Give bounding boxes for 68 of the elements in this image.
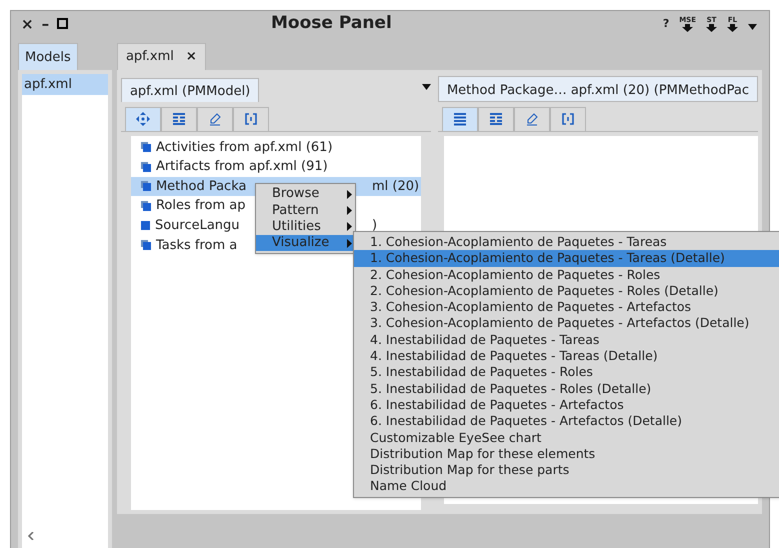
menu-item[interactable]: Customizable EyeSee chart (354, 430, 779, 446)
folder-icon (140, 201, 151, 212)
folder-icon (140, 240, 151, 250)
tree-item[interactable]: Roles from ap (156, 196, 246, 216)
menu-item[interactable]: Distribution Map for these parts (354, 462, 779, 478)
tree-item[interactable]: Artifacts from apf.xml (91) (156, 157, 328, 177)
menu-item[interactable]: 3. Cohesion-Acoplamiento de Paquetes - Artefactos (354, 299, 779, 316)
scroll-left-icon[interactable] (28, 532, 34, 540)
tree-item[interactable]: Tasks from a (156, 236, 238, 256)
minimize-button[interactable]: – (42, 12, 50, 35)
list-icon (454, 112, 466, 126)
table-icon (490, 113, 502, 125)
pen-icon (526, 112, 538, 126)
models-tab[interactable]: Models (18, 42, 78, 70)
tab-close-button[interactable]: × (186, 46, 197, 66)
menu-item[interactable]: 2. Cohesion-Acoplamiento de Paquetes - Roles (Detalle) (354, 282, 779, 300)
pen-icon (208, 112, 221, 126)
view-tab[interactable] (196, 106, 233, 130)
view-tab[interactable] (478, 106, 514, 130)
menu-item[interactable]: Pattern (256, 202, 355, 219)
brackets-icon (244, 113, 257, 125)
maximize-button[interactable] (57, 18, 68, 30)
close-button[interactable]: × (21, 12, 34, 35)
menu-item[interactable]: Visualize (256, 234, 355, 252)
menu-item[interactable]: 4. Inestabilidad de Paquetes - Tareas (354, 332, 779, 348)
pane-tab[interactable]: apf.xml (PMModel) (120, 78, 260, 102)
menu-item[interactable]: 3. Cohesion-Acoplamiento de Paquetes - Artefactos (Detalle) (354, 315, 779, 332)
menu-item[interactable]: 5. Inestabilidad de Paquetes - Roles (Detalle) (354, 380, 779, 397)
down-arrow-icon[interactable] (706, 24, 717, 32)
view-tab[interactable] (160, 106, 197, 130)
menu-item[interactable]: 2. Cohesion-Acoplamiento de Paquetes - Roles (354, 266, 779, 283)
view-tab[interactable] (550, 106, 586, 130)
model-item[interactable]: apf.xml (22, 74, 108, 95)
view-tab[interactable] (232, 106, 269, 130)
view-tab[interactable] (442, 106, 478, 130)
square-icon (140, 221, 150, 230)
menu-item[interactable]: Distribution Map for these elements (354, 446, 779, 462)
menu-item[interactable]: 4. Inestabilidad de Paquetes - Tareas (Detalle) (354, 348, 779, 364)
brackets-icon (562, 113, 574, 125)
dropdown-caret-icon[interactable] (422, 84, 431, 90)
menu-item[interactable]: 6. Inestabilidad de Paquetes - Artefactos (354, 396, 779, 414)
down-arrow-icon[interactable] (727, 24, 738, 32)
view-tab[interactable] (124, 106, 161, 130)
menu-item[interactable]: Utilities (256, 218, 355, 235)
tree-item[interactable]: SourceLangu (154, 216, 240, 236)
tree-item-text: ) (372, 216, 378, 235)
tab-label: apf.xml (126, 48, 174, 66)
help-button[interactable]: ? (662, 16, 670, 32)
menu-item[interactable]: 5. Inestabilidad de Paquetes - Roles (354, 364, 779, 381)
view-tab[interactable] (514, 106, 550, 130)
menu-item[interactable]: 6. Inestabilidad de Paquetes - Artefactos (Detalle) (354, 413, 779, 430)
folder-icon (140, 162, 151, 172)
folder-icon (140, 142, 151, 152)
down-arrow-icon[interactable] (682, 24, 694, 32)
window-title: Moose Panel (270, 12, 393, 35)
tree-item[interactable]: Activities from apf.xml (61) (156, 138, 333, 158)
folder-icon (140, 181, 151, 192)
tree-item-text: ml (20) (372, 178, 420, 196)
tree-item[interactable]: Method Packa (156, 176, 246, 196)
table-icon (172, 113, 185, 125)
move-icon (136, 112, 150, 126)
menu-item[interactable]: Name Cloud (354, 478, 779, 495)
file-tab[interactable]: apf.xml × (116, 42, 206, 70)
pane-tab[interactable]: Method Package… apf.xml (20) (PMMethodPac (438, 76, 758, 102)
menu-item[interactable]: 1. Cohesion-Acoplamiento de Paquetes - Tareas (354, 234, 779, 250)
caret-icon[interactable] (748, 24, 757, 30)
menu-item[interactable]: Browse (256, 186, 355, 202)
menu-item[interactable]: 1. Cohesion-Acoplamiento de Paquetes - Tareas (Detalle) (354, 250, 779, 267)
